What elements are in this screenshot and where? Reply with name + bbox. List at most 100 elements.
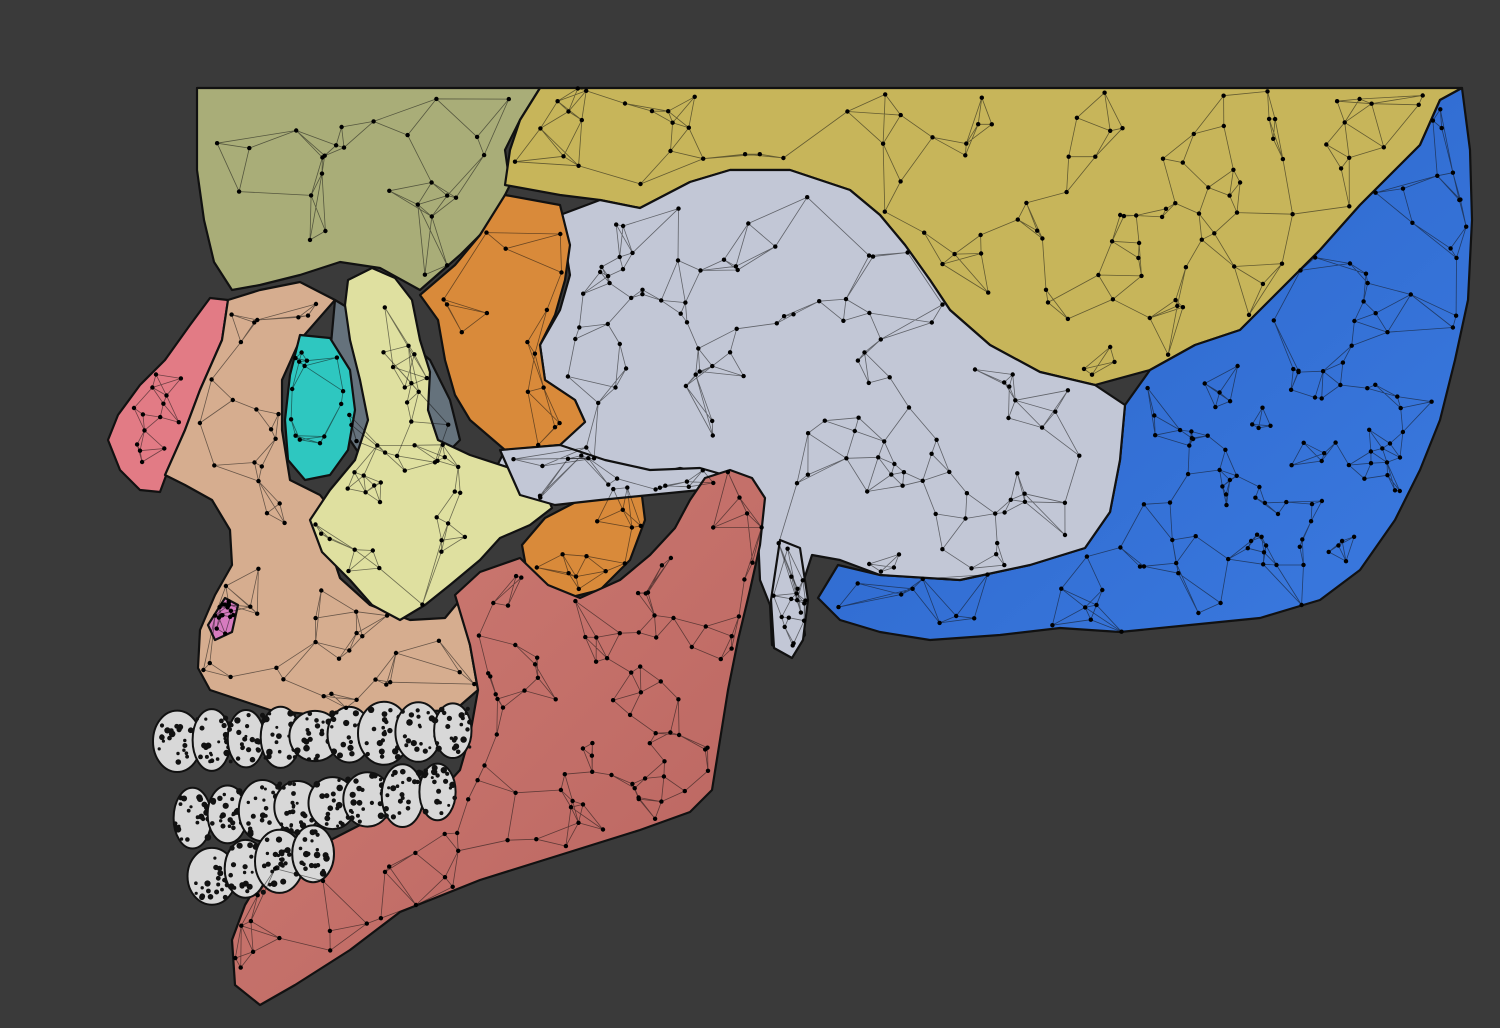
mesh-vertex: [413, 850, 418, 856]
mesh-vertex: [866, 380, 871, 386]
mesh-vertex: [1141, 502, 1147, 507]
tooth-vertex: [204, 834, 212, 841]
mesh-vertex: [1454, 255, 1459, 261]
mesh-vertex: [972, 616, 977, 621]
mesh-vertex: [1224, 502, 1229, 508]
mesh-vertex: [794, 481, 800, 486]
mesh-vertex: [1134, 213, 1139, 218]
mesh-vertex: [1147, 315, 1153, 321]
mesh-vertex: [377, 499, 383, 505]
mesh-vertex: [1227, 477, 1233, 483]
mesh-vertex: [1254, 532, 1260, 537]
tooth-vertex: [280, 864, 285, 868]
tooth-vertex: [306, 730, 312, 736]
skull-mesh-view[interactable]: [0, 0, 1500, 1028]
mesh-vertex: [852, 428, 857, 434]
mesh-vertex: [1218, 600, 1223, 606]
mesh-vertex: [705, 768, 711, 773]
tooth-vertex: [337, 778, 341, 782]
mesh-vertex: [560, 552, 565, 557]
mesh-vertex: [620, 223, 626, 229]
tooth-vertex: [199, 725, 205, 731]
mesh-vertex: [371, 119, 376, 124]
mesh-vertex: [541, 385, 546, 390]
mesh-vertex: [1008, 497, 1013, 502]
mesh-vertex: [534, 837, 539, 842]
tooth-vertex: [405, 738, 412, 744]
tooth-vertex: [227, 817, 233, 823]
mesh-vertex: [373, 677, 378, 682]
mesh-vertex: [668, 555, 674, 561]
mesh-vertex: [605, 273, 611, 279]
mesh-vertex: [354, 609, 359, 614]
mesh-vertex: [636, 795, 641, 800]
tooth-vertex: [175, 759, 182, 765]
mesh-vertex: [773, 244, 778, 249]
mesh-vertex: [771, 593, 776, 598]
tooth-vertex: [204, 880, 211, 887]
mesh-vertex: [370, 548, 375, 553]
mesh-vertex: [320, 155, 325, 160]
mesh-vertex: [662, 759, 667, 764]
tooth-vertex: [334, 710, 339, 715]
mesh-vertex: [416, 389, 421, 394]
tooth-vertex: [221, 722, 227, 729]
mesh-vertex: [1398, 405, 1403, 411]
mesh-vertex: [1343, 559, 1349, 564]
mesh-vertex: [591, 456, 597, 461]
mesh-vertex: [1368, 461, 1374, 466]
mesh-vertex: [255, 317, 260, 323]
mesh-vertex: [322, 434, 327, 439]
tooth-vertex: [217, 740, 221, 744]
mesh-vertex: [1400, 429, 1406, 435]
mesh-vertex: [1065, 316, 1071, 322]
mesh-vertex: [354, 697, 359, 702]
mesh-vertex: [445, 193, 450, 198]
mesh-vertex: [940, 261, 945, 267]
mesh-vertex: [1015, 217, 1020, 222]
mesh-vertex: [273, 866, 278, 871]
mesh-vertex: [176, 420, 181, 425]
mesh-vertex: [1006, 415, 1011, 421]
mesh-vertex: [445, 521, 451, 526]
mesh-vertex: [228, 608, 234, 613]
tooth-vertex: [387, 727, 393, 734]
mesh-vertex: [964, 141, 969, 146]
mesh-vertex: [789, 574, 794, 579]
tooth-vertex: [400, 709, 405, 714]
mesh-vertex: [627, 712, 633, 718]
mesh-vertex: [573, 336, 578, 342]
tooth-vertex: [263, 787, 267, 791]
tooth-vertex: [343, 719, 350, 727]
mesh-vertex: [584, 88, 589, 94]
mesh-vertex: [441, 297, 446, 302]
mesh-vertex: [700, 468, 705, 473]
mesh-vertex: [313, 522, 318, 527]
tooth-vertex: [306, 757, 311, 761]
mesh-vertex: [742, 152, 748, 157]
mesh-vertex: [609, 772, 614, 778]
tooth-vertex: [431, 768, 438, 776]
tooth-vertex: [313, 851, 321, 859]
mesh-vertex: [599, 264, 604, 270]
mesh-vertex: [223, 631, 228, 636]
tooth-vertex: [231, 825, 236, 831]
tooth-vertex: [330, 725, 334, 729]
mesh-vertex: [1259, 534, 1264, 539]
mesh-vertex: [979, 95, 984, 100]
mesh-vertex: [899, 592, 904, 597]
tooth-vertex: [294, 750, 300, 755]
mesh-vertex: [293, 355, 298, 361]
mesh-vertex: [1024, 200, 1029, 206]
mesh-vertex: [1280, 156, 1286, 162]
mesh-vertex: [505, 603, 511, 608]
mesh-vertex: [611, 486, 616, 492]
mesh-vertex: [698, 268, 703, 273]
tooth-vertex: [405, 806, 411, 811]
mesh-vertex: [536, 442, 541, 448]
mesh-vertex: [552, 425, 558, 430]
mesh-vertex: [963, 516, 968, 521]
tooth-vertex: [267, 820, 272, 825]
3d-viewport[interactable]: [0, 0, 1500, 1028]
tooth-vertex: [416, 714, 421, 719]
